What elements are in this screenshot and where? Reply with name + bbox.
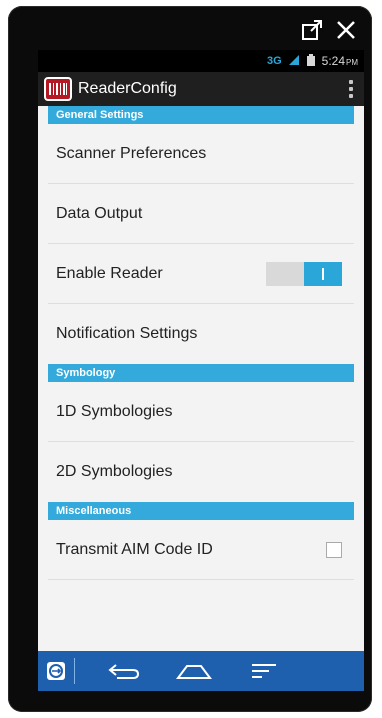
app-title: ReaderConfig xyxy=(78,80,177,97)
overflow-menu-icon[interactable] xyxy=(348,80,354,98)
pref-label: Data Output xyxy=(56,204,143,222)
pref-label: 1D Symbologies xyxy=(56,402,173,420)
pref-enable-reader[interactable]: Enable Reader xyxy=(48,244,354,304)
pref-label: Transmit AIM Code ID xyxy=(56,540,213,558)
back-icon[interactable] xyxy=(89,651,159,691)
close-icon[interactable] xyxy=(334,18,358,42)
pref-1d-symbologies[interactable]: 1D Symbologies xyxy=(48,382,354,442)
pref-data-output[interactable]: Data Output xyxy=(48,184,354,244)
network-indicator: 3G xyxy=(266,55,282,67)
action-bar: ReaderConfig xyxy=(38,72,364,106)
device-frame: 3G 5:24PM ReaderConfig General Settings … xyxy=(8,6,372,712)
section-header-misc: Miscellaneous xyxy=(48,502,354,520)
section-header-symbology: Symbology xyxy=(48,364,354,382)
transmit-aim-checkbox[interactable] xyxy=(326,541,342,558)
pref-scanner-preferences[interactable]: Scanner Preferences xyxy=(48,124,354,184)
home-icon[interactable] xyxy=(159,651,229,691)
pref-notification-settings[interactable]: Notification Settings xyxy=(48,304,354,364)
pref-label: Enable Reader xyxy=(56,264,163,282)
device-screen: 3G 5:24PM ReaderConfig General Settings … xyxy=(38,50,364,691)
pref-label: Notification Settings xyxy=(56,325,198,342)
enable-reader-toggle[interactable] xyxy=(266,261,342,286)
navigation-bar xyxy=(38,651,364,691)
toggle-knob xyxy=(304,261,342,286)
nav-separator xyxy=(74,658,75,684)
preference-list: General Settings Scanner Preferences Dat… xyxy=(38,106,364,580)
battery-icon xyxy=(306,53,316,69)
status-bar: 3G 5:24PM xyxy=(38,50,364,72)
window-controls xyxy=(300,16,358,44)
signal-icon xyxy=(288,54,300,69)
menu-icon[interactable] xyxy=(229,651,299,691)
pref-label: 2D Symbologies xyxy=(56,463,173,480)
section-header-general: General Settings xyxy=(48,106,354,124)
barcode-icon[interactable] xyxy=(44,77,72,101)
pref-2d-symbologies[interactable]: 2D Symbologies xyxy=(48,442,354,502)
home-app-icon[interactable] xyxy=(38,660,74,682)
clock: 5:24PM xyxy=(321,54,358,68)
popout-icon[interactable] xyxy=(300,18,324,42)
pref-label: Scanner Preferences xyxy=(56,144,207,162)
pref-transmit-aim-code-id[interactable]: Transmit AIM Code ID xyxy=(48,520,354,580)
